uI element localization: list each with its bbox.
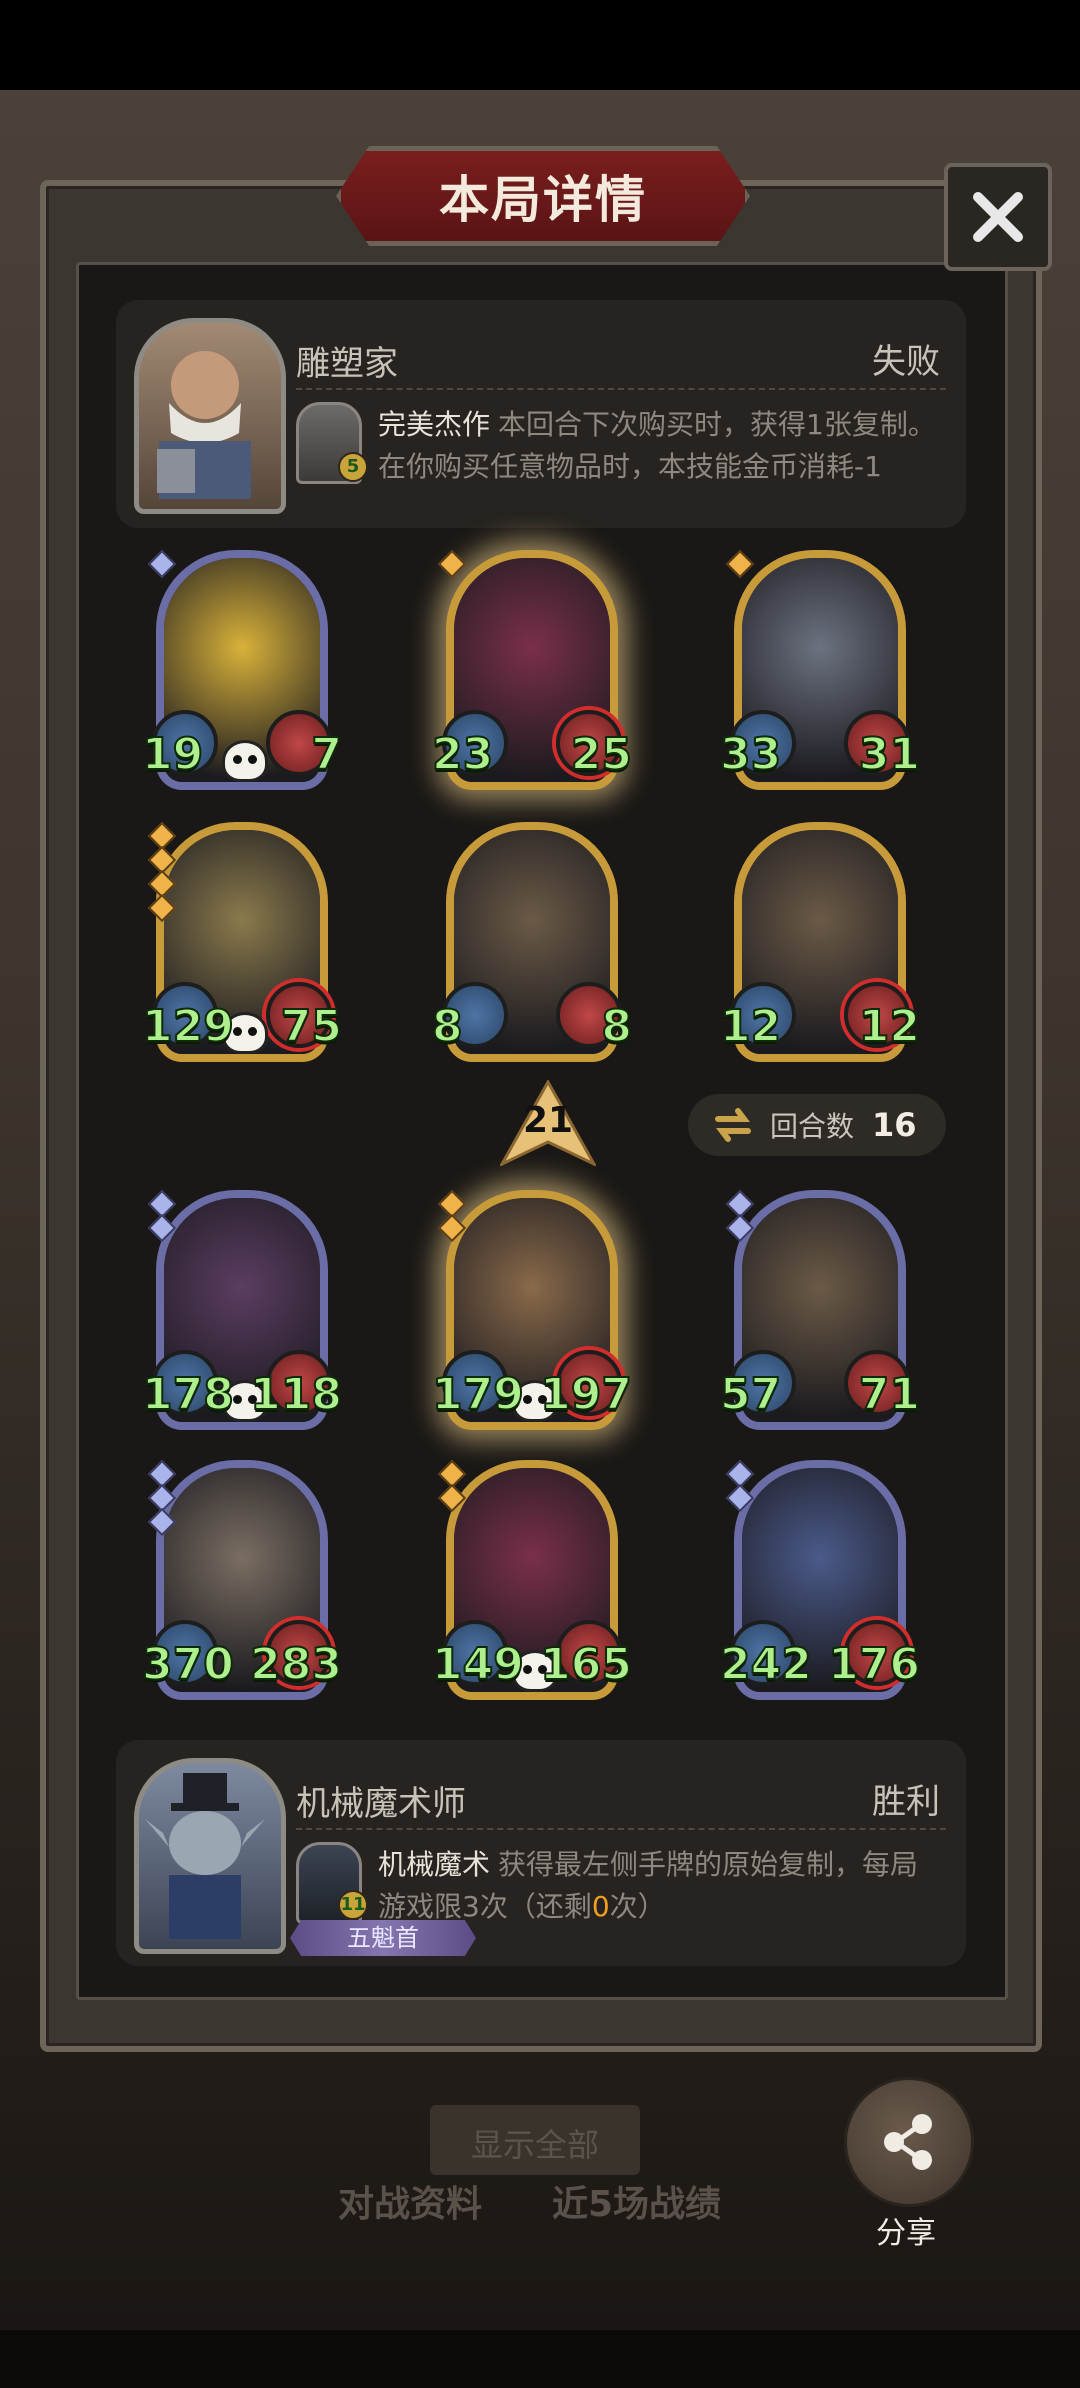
minion-card-clown[interactable]: 23 25 [431, 549, 633, 790]
tier-pips [437, 549, 467, 579]
tier-pip [437, 1213, 467, 1243]
attack-value: 8 [431, 1000, 464, 1053]
tab-recent-5[interactable]: 近5场战绩 [552, 2175, 721, 2227]
attack-value: 149 [431, 1638, 525, 1691]
tier-pips [437, 1189, 467, 1243]
title-banner: 本局详情 [336, 146, 750, 246]
tier-pips [725, 1189, 755, 1243]
divider [296, 1828, 946, 1830]
minion-card-bearded-warrior[interactable]: 370 283 [141, 1459, 343, 1700]
player-name: 机械魔术师 [296, 1784, 466, 1824]
player-avatar [134, 1758, 286, 1954]
tier-pip [147, 893, 177, 923]
round-label: 回合数 [770, 1110, 855, 1143]
share-icon [884, 2114, 932, 2170]
health-value: 12 [858, 1000, 921, 1053]
minion-card-rocket-crate[interactable]: 88 [431, 822, 633, 1062]
tier-pip [725, 1213, 755, 1243]
health-value: 165 [539, 1638, 633, 1691]
tier-pip [147, 1507, 177, 1537]
tier-pip [725, 549, 755, 579]
tier-pips [147, 549, 177, 579]
tier-pip [147, 549, 177, 579]
player-skill-level: 11 [338, 1890, 368, 1920]
close-icon [973, 192, 1023, 242]
health-value: 118 [249, 1368, 343, 1421]
tier-pips [725, 1459, 755, 1513]
tab-battle-data[interactable]: 对战资料 [338, 2175, 482, 2227]
round-value: 16 [872, 1106, 917, 1144]
tier-pip [147, 1213, 177, 1243]
opponent-result: 失败 [872, 342, 940, 382]
minion-card-clown[interactable]: 149 165 [431, 1459, 633, 1700]
minion-card-rocket-crate[interactable]: 12 12 [719, 822, 921, 1062]
opponent-name: 雕塑家 [296, 344, 398, 384]
dialog-title: 本局详情 [439, 171, 647, 229]
health-value: 71 [858, 1368, 921, 1421]
tier-pips [147, 1459, 177, 1537]
player-skill-text: 机械魔术 获得最左侧手牌的原始复制，每局游戏限3次（还剩0次） [378, 1844, 946, 1928]
attack-value: 370 [141, 1638, 235, 1691]
player-panel: 机械魔术师 胜利 11 机械魔术 获得最左侧手牌的原始复制，每局游戏限3次（还剩0… [116, 1740, 966, 1966]
opponent-skill-text: 完美杰作 本回合下次购买时，获得1张复制。在你购买任意物品时，本技能金币消耗-1 [378, 404, 946, 488]
tier-pip [437, 549, 467, 579]
tier-pips [437, 1459, 467, 1513]
player-skill-remaining: 0 [591, 1890, 610, 1923]
attack-value: 242 [719, 1638, 813, 1691]
attack-value: 12 [719, 1000, 782, 1053]
health-value: 7 [310, 728, 343, 781]
opponent-panel: 雕塑家 失败 5 完美杰作 本回合下次购买时，获得1张复制。在你购买任意物品时，本… [116, 300, 966, 528]
attack-value: 19 [141, 728, 204, 781]
status-bar [0, 0, 1080, 90]
rank-badge: 五魁首 [290, 1920, 476, 1956]
health-value: 75 [280, 1000, 343, 1053]
share-label: 分享 [876, 2216, 936, 2251]
opponent-skill-level: 5 [338, 452, 368, 482]
health-value: 197 [539, 1368, 633, 1421]
attack-value: 179 [431, 1368, 525, 1421]
show-all-button[interactable]: 显示全部 [430, 2105, 640, 2175]
minion-card-rocket-crate[interactable]: 57 71 [719, 1189, 921, 1430]
tier-pips [147, 1189, 177, 1243]
round-counter: 回合数 16 [688, 1094, 946, 1156]
player-skill-name: 机械魔术 [378, 1848, 491, 1881]
tier-pip [437, 1483, 467, 1513]
attack-value: 33 [719, 728, 782, 781]
attack-value: 178 [141, 1368, 235, 1421]
tier-pips [725, 549, 755, 579]
share-button[interactable] [844, 2077, 974, 2207]
attack-value: 23 [431, 728, 494, 781]
player-result: 胜利 [872, 1782, 940, 1822]
health-value: 176 [827, 1638, 921, 1691]
minion-card-bomber-goblin[interactable]: 19 7 [141, 549, 343, 790]
nav-strip [0, 2330, 1080, 2388]
health-value: 283 [249, 1638, 343, 1691]
minion-card-flower-girl[interactable]: 179 197 [431, 1189, 633, 1430]
refresh-icon [715, 1108, 751, 1142]
skull-icon [222, 740, 268, 782]
tavern-level: 21 [522, 1100, 574, 1141]
tier-pips [147, 821, 177, 923]
divider [296, 388, 946, 390]
attack-value: 129 [141, 1000, 235, 1053]
health-value: 8 [600, 1000, 633, 1053]
opponent-skill-name: 完美杰作 [378, 408, 491, 441]
minion-card-elf-sorceress[interactable]: 242 176 [719, 1459, 921, 1700]
minion-card-cheese-robot[interactable]: 129 75 [141, 821, 343, 1062]
minion-card-armored-goblin[interactable]: 33 31 [719, 549, 921, 790]
health-value: 25 [570, 728, 633, 781]
health-value: 31 [858, 728, 921, 781]
tier-pip [725, 1483, 755, 1513]
close-button[interactable] [944, 163, 1052, 271]
attack-value: 57 [719, 1368, 782, 1421]
minion-card-witch[interactable]: 178 118 [141, 1189, 343, 1430]
opponent-avatar [134, 318, 286, 514]
player-skill-desc-b: 次） [609, 1890, 666, 1923]
